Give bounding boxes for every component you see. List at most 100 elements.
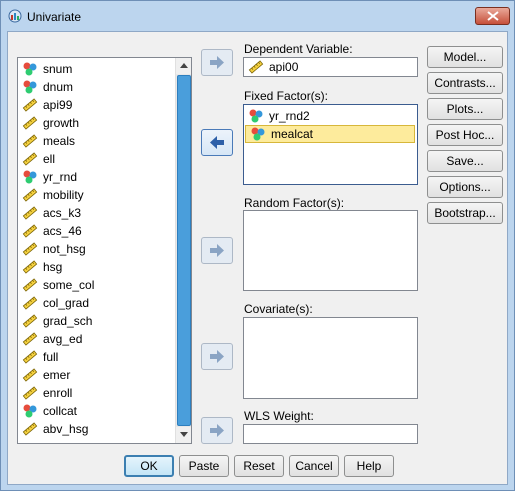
variable-item-snum[interactable]: snum <box>22 60 72 78</box>
post-hoc-button[interactable]: Post Hoc... <box>427 124 503 146</box>
options-button[interactable]: Options... <box>427 176 503 198</box>
move-from-fixed-factor-button[interactable] <box>201 129 233 156</box>
spss-app-icon <box>8 9 22 23</box>
scroll-up-button[interactable] <box>176 58 191 74</box>
covariates-label: Covariate(s): <box>244 302 313 316</box>
variable-label: col_grad <box>43 296 90 310</box>
nominal-icon <box>249 109 263 123</box>
arrow-left-icon <box>210 136 224 149</box>
plots-button[interactable]: Plots... <box>427 98 503 120</box>
scale-ruler-icon <box>22 206 38 220</box>
arrow-right-icon <box>210 244 224 257</box>
variable-item-acs_46[interactable]: acs_46 <box>22 222 82 240</box>
variable-label: yr_rnd <box>43 170 78 184</box>
variable-item-yr_rnd[interactable]: yr_rnd <box>22 168 77 186</box>
save-button[interactable]: Save... <box>427 150 503 172</box>
scale-ruler-icon <box>22 386 38 400</box>
variable-label: not_hsg <box>43 242 86 256</box>
scale-ruler-icon <box>22 152 38 166</box>
model-button[interactable]: Model... <box>427 46 503 68</box>
move-to-wls-weight-button[interactable] <box>201 417 233 444</box>
nominal-icon <box>23 80 37 94</box>
move-to-covariate-button[interactable] <box>201 343 233 370</box>
scale-ruler-icon <box>22 98 38 112</box>
source-variable-list[interactable]: snum dnum api99 growth meals ell yr_rndmobilit… <box>17 57 192 444</box>
variable-item-full[interactable]: full <box>22 348 58 366</box>
reset-button[interactable]: Reset <box>234 455 284 477</box>
scale-ruler-icon <box>22 332 38 346</box>
fixed-factors-list[interactable]: yr_rnd2 mealcat <box>243 104 418 185</box>
move-to-random-factor-button[interactable] <box>201 237 233 264</box>
variable-label: acs_46 <box>43 224 82 238</box>
wls-weight-field[interactable] <box>243 424 418 444</box>
help-button[interactable]: Help <box>344 455 394 477</box>
variable-item-collcat[interactable]: collcat <box>22 402 77 420</box>
variable-label: grad_sch <box>43 314 93 328</box>
nominal-icon <box>23 170 37 184</box>
bootstrap-button[interactable]: Bootstrap... <box>427 202 503 224</box>
variable-item-enroll[interactable]: enroll <box>22 384 72 402</box>
scale-ruler-icon <box>248 60 264 74</box>
scale-ruler-icon <box>22 134 38 148</box>
variable-label: emer <box>43 368 71 382</box>
nominal-icon <box>23 404 37 418</box>
variable-item-col_grad[interactable]: col_grad <box>22 294 89 312</box>
scale-ruler-icon <box>22 350 38 364</box>
scale-ruler-icon <box>22 422 38 436</box>
variable-label: mobility <box>43 188 84 202</box>
variable-label: abv_hsg <box>43 422 89 436</box>
variable-item-mobility[interactable]: mobility <box>22 186 84 204</box>
contrasts-button[interactable]: Contrasts... <box>427 72 503 94</box>
wls-weight-label: WLS Weight: <box>244 409 314 423</box>
variable-item-avg_ed[interactable]: avg_ed <box>22 330 82 348</box>
move-to-dependent-button[interactable] <box>201 49 233 76</box>
variable-label: ell <box>43 152 56 166</box>
variable-label: api99 <box>43 98 73 112</box>
nominal-icon <box>23 62 37 76</box>
scale-ruler-icon <box>22 260 38 274</box>
close-button[interactable] <box>475 7 510 25</box>
covariates-list[interactable] <box>243 317 418 399</box>
scale-ruler-icon <box>22 314 38 328</box>
variable-item-grad_sch[interactable]: grad_sch <box>22 312 92 330</box>
variable-label: growth <box>43 116 80 130</box>
variable-item-ell[interactable]: ell <box>22 150 55 168</box>
dependent-variable-value: api00 <box>269 60 299 74</box>
variable-label: dnum <box>43 80 74 94</box>
scroll-down-button[interactable] <box>176 427 191 443</box>
triangle-down-icon <box>180 432 188 437</box>
nominal-icon <box>251 127 265 141</box>
dependent-variable-field[interactable]: api00 <box>243 57 418 77</box>
title-bar: Univariate <box>1 1 514 31</box>
dependent-variable-label: Dependent Variable: <box>244 42 353 56</box>
vertical-scrollbar[interactable] <box>175 58 191 443</box>
random-factors-list[interactable] <box>243 210 418 291</box>
variable-item-api99[interactable]: api99 <box>22 96 72 114</box>
variable-item-not_hsg[interactable]: not_hsg <box>22 240 86 258</box>
variable-label: avg_ed <box>43 332 83 346</box>
scale-ruler-icon <box>22 188 38 202</box>
arrow-right-icon <box>210 350 224 363</box>
univariate-dialog: Univariate snum dnum api99 growth meals ell yr… <box>0 0 515 491</box>
fixed-factor-item[interactable]: yr_rnd2 <box>248 107 310 125</box>
paste-button[interactable]: Paste <box>179 455 229 477</box>
variable-item-abv_hsg[interactable]: abv_hsg <box>22 420 88 438</box>
scroll-thumb[interactable] <box>177 75 191 426</box>
variable-item-hsg[interactable]: hsg <box>22 258 62 276</box>
variable-item-emer[interactable]: emer <box>22 366 70 384</box>
scale-ruler-icon <box>22 242 38 256</box>
fixed-factor-item-selected[interactable]: mealcat <box>245 125 415 143</box>
variable-item-growth[interactable]: growth <box>22 114 79 132</box>
variable-label: acs_k3 <box>43 206 82 220</box>
variable-item-meals[interactable]: meals <box>22 132 75 150</box>
arrow-right-icon <box>210 56 224 69</box>
variable-item-dnum[interactable]: dnum <box>22 78 73 96</box>
variable-label: enroll <box>43 386 73 400</box>
variable-item-acs_k3[interactable]: acs_k3 <box>22 204 81 222</box>
scale-ruler-icon <box>22 224 38 238</box>
variable-item-some_col[interactable]: some_col <box>22 276 94 294</box>
cancel-button[interactable]: Cancel <box>289 455 339 477</box>
window-title: Univariate <box>27 10 82 24</box>
ok-button[interactable]: OK <box>124 455 174 477</box>
close-icon <box>487 11 499 21</box>
